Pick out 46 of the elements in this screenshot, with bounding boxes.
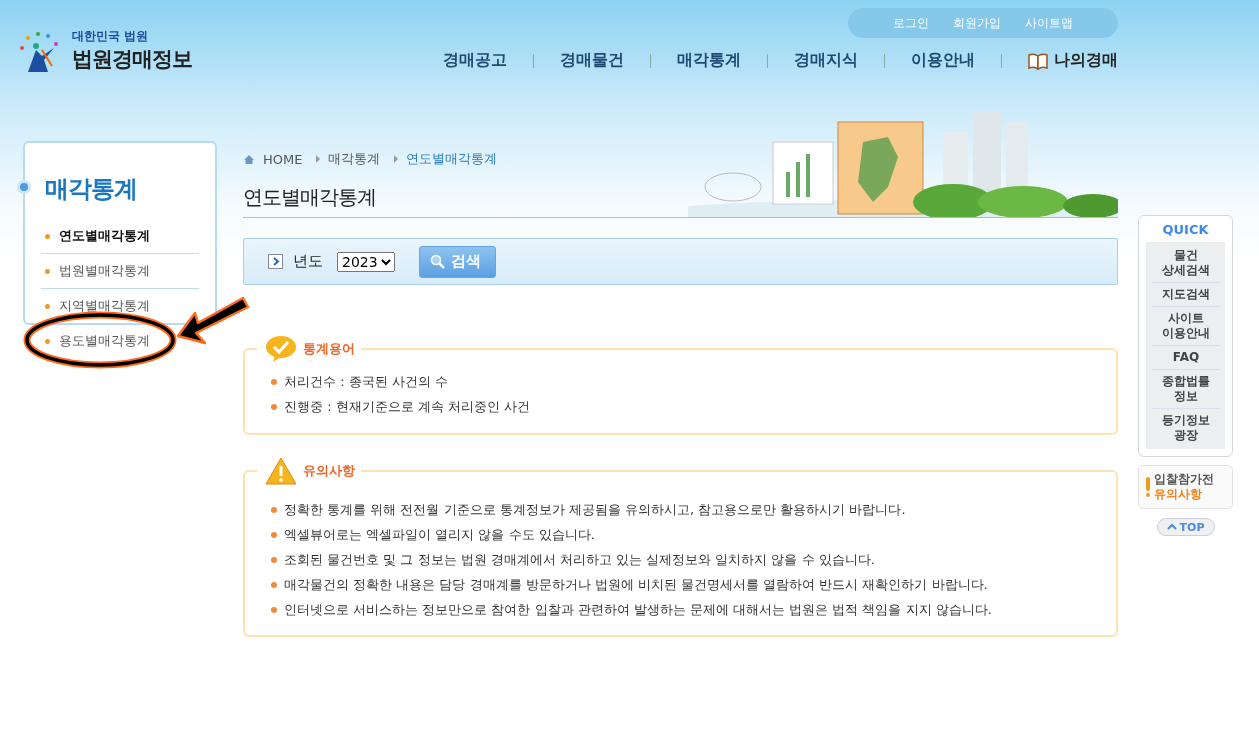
exclamation-icon [1145,477,1151,497]
list-item: 조회된 물건번호 및 그 정보는 법원 경매계에서 처리하고 있는 실제정보와 일치하지 않을 수 있습니다. [271,547,1100,572]
section-title: 통계용어 [303,340,355,358]
quick-link[interactable]: 종합법률 정보 [1152,370,1220,409]
speech-check-icon [265,335,297,363]
breadcrumb-link[interactable]: 매각통계 [328,150,381,168]
side-menu-item[interactable]: 지역별매각통계 [45,297,150,315]
side-menu-item[interactable]: 법원별매각통계 [45,262,150,280]
quick-link[interactable]: 지도검색 [1152,283,1220,307]
year-dropdown[interactable]: 2023 [337,251,395,272]
breadcrumb-link[interactable]: 연도별매각통계 [406,150,498,168]
chevron-icon [316,155,321,163]
side-menu-item[interactable]: 연도별매각통계 [45,227,150,245]
nav-link[interactable]: 경매공고 [443,50,507,71]
quick-link[interactable]: 물건 상세검색 [1152,244,1220,283]
nav-link[interactable]: 경매물건 [560,50,624,71]
section-title: 유의사항 [303,462,355,480]
list-item: 진행중 : 현재기준으로 계속 처리중인 사건 [271,394,1100,419]
page-title: 연도별매각통계 [243,184,377,211]
chevron-icon [268,254,283,269]
year-label: 년도 [293,252,323,271]
list-item: 처리건수 : 종국된 사건의 수 [271,369,1100,394]
side-menu-title: 매각통계 [45,174,137,205]
nav-link[interactable]: 나의경매 [1028,50,1118,71]
warning-icon [265,457,297,485]
nav-link[interactable]: 경매지식 [794,50,858,71]
bullet-icon [17,180,31,194]
breadcrumb-link[interactable]: HOME [263,151,303,167]
list-item: 엑셀뷰어로는 엑셀파일이 열리지 않을 수도 있습니다. [271,522,1100,547]
list-item: 정확한 통계를 위해 전전월 기준으로 통계정보가 제공됨을 유의하시고, 참고용으로만 활용하시기 바랍니다. [271,497,1100,522]
nav-link[interactable]: 이용안내 [911,50,975,71]
list-item: 인터넷으로 서비스하는 정보만으로 참여한 입찰과 관련하여 발생하는 문제에 대해서는 법원은 법적 책임을 지지 않습니다. [271,597,1100,622]
notice-link[interactable]: 입찰참가전 유의사항 [1138,465,1233,509]
quick-link[interactable]: 등기정보 광장 [1152,409,1220,447]
nav-link[interactable]: 매각통계 [677,50,741,71]
quick-link[interactable]: FAQ [1152,346,1220,370]
logo-title: 법원경매정보 [72,45,192,73]
chevron-icon [394,155,399,163]
quick-title: QUICK [1161,222,1210,237]
logo-subtitle: 대한민국 법원 [72,27,150,45]
quick-link[interactable]: 사이트 이용안내 [1152,307,1220,346]
home-icon [243,153,255,165]
search-icon [430,254,445,269]
book-icon [1028,51,1048,70]
list-item: 매각물건의 정확한 내용은 담당 경매계를 방문하거나 법원에 비치된 물건명세서를 열람하여 반드시 재확인하기 바랍니다. [271,572,1100,597]
caret-icon [1166,523,1177,531]
